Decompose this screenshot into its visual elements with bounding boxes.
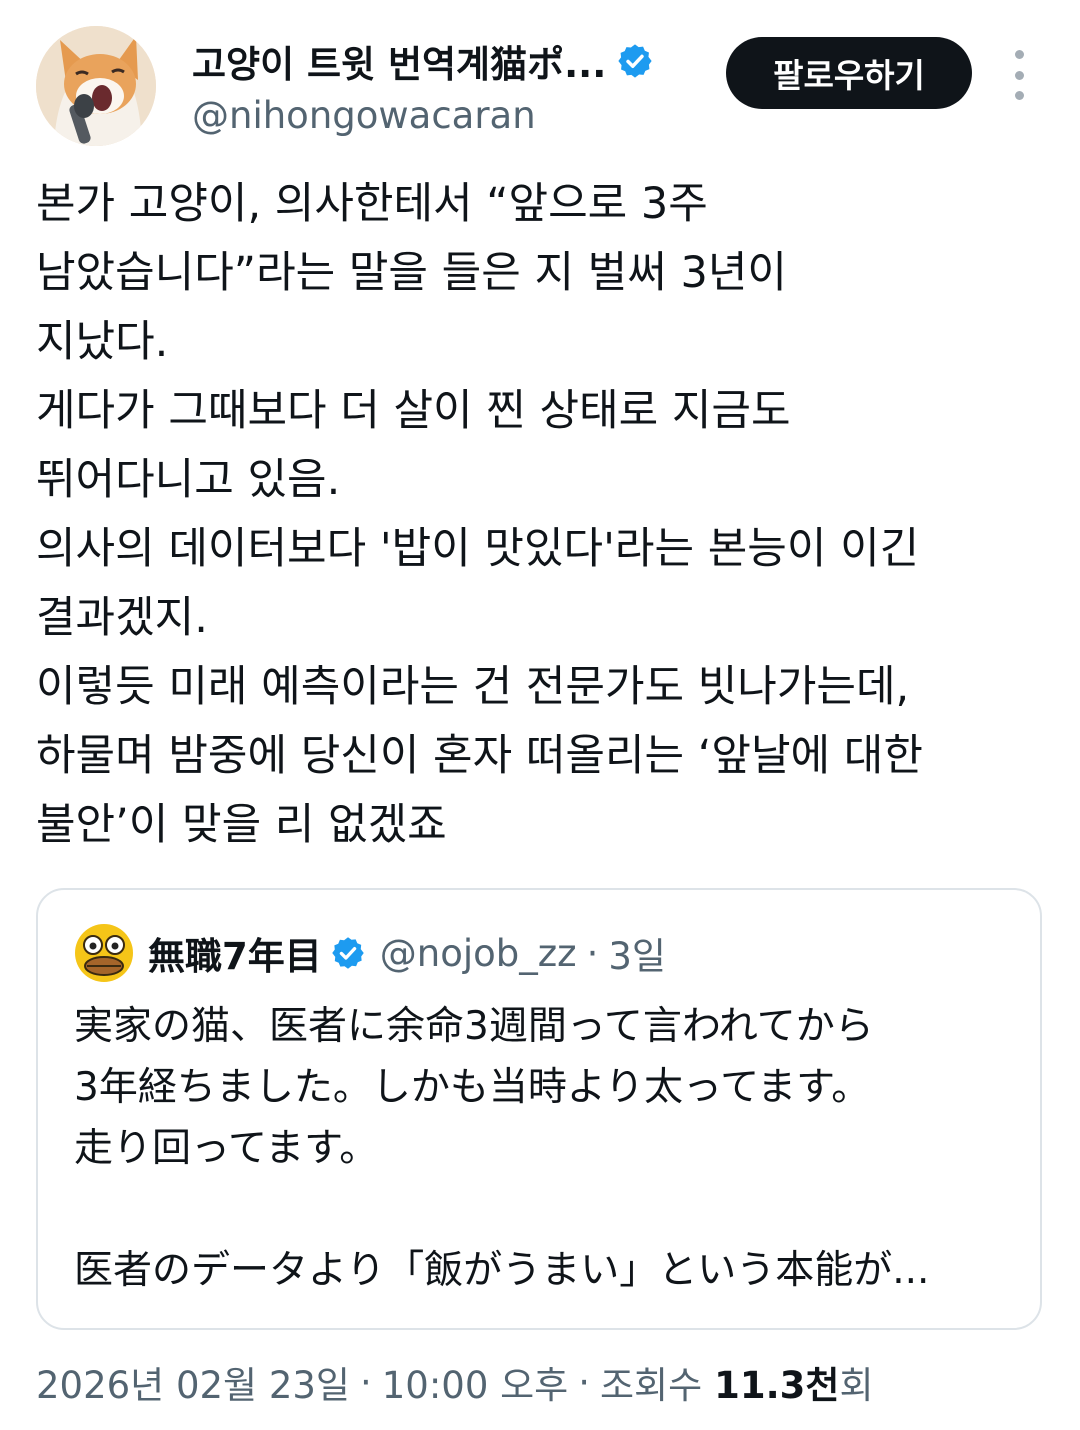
tweet-body-text: 본가 고양이, 의사한테서 “앞으로 3주 남았습니다”라는 말을 들은 지 벌…: [36, 179, 923, 850]
verified-badge-icon: [618, 44, 652, 78]
quoted-display-name[interactable]: 無職7年目: [148, 926, 322, 980]
follow-button[interactable]: 팔로우하기: [726, 37, 972, 109]
more-dot: [1014, 91, 1024, 100]
tweet-header: 고양이 트윗 번역계猫ポ... @nihongowacaran 팔로우하기: [36, 26, 1046, 146]
cat-singing-avatar[interactable]: [36, 26, 156, 146]
meta-separator: ·: [578, 1360, 590, 1404]
tweet-date[interactable]: 2026년 02월 23일: [36, 1355, 350, 1409]
views-count[interactable]: 11.3천: [714, 1355, 839, 1409]
more-vertical-icon[interactable]: [1004, 50, 1034, 100]
tweet-time[interactable]: 10:00 오후: [382, 1355, 568, 1409]
quoted-tweet-header: 無職7年目 @nojob_zz · 3일: [74, 922, 666, 984]
surprised-face-avatar[interactable]: [74, 923, 134, 983]
quoted-separator: ·: [586, 931, 599, 975]
more-dot: [1014, 70, 1024, 80]
quoted-handle[interactable]: @nojob_zz: [380, 932, 577, 975]
author-name-row: 고양이 트윗 번역계猫ポ...: [192, 38, 712, 86]
author-handle[interactable]: @nihongowacaran: [192, 94, 712, 137]
author-display-name[interactable]: 고양이 트윗 번역계猫ポ...: [192, 34, 606, 88]
views-suffix: 회: [839, 1364, 874, 1407]
quoted-tweet-card[interactable]: 無職7年目 @nojob_zz · 3일 実家の猫、医者に余命3週間って言われて…: [36, 888, 1042, 1330]
more-dot: [1014, 50, 1024, 59]
meta-separator: ·: [359, 1360, 372, 1404]
quoted-tweet-text: 実家の猫、医者に余命3週間って言われてから 3年経ちました。しかも当時より太って…: [74, 1004, 930, 1293]
tweet-meta: 2026년 02월 23일 · 10:00 오후 · 조회수 11.3천 회: [36, 1352, 874, 1412]
author-block: 고양이 트윗 번역계猫ポ... @nihongowacaran: [192, 38, 712, 137]
verified-badge-icon: [332, 937, 364, 969]
quoted-timestamp[interactable]: 3일: [608, 926, 666, 980]
views-label: 조회수: [599, 1364, 703, 1407]
